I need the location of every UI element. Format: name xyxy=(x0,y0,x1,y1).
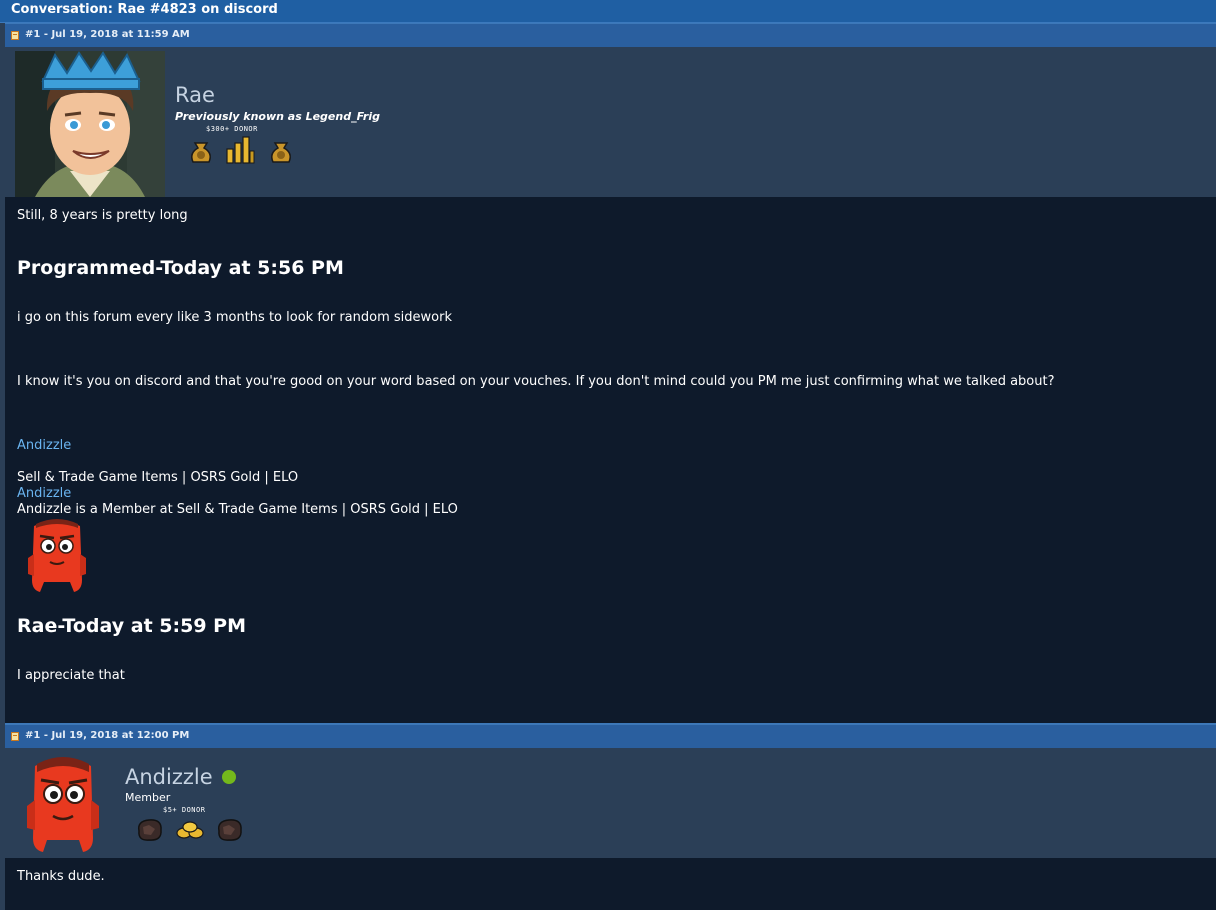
post-permalink[interactable]: #1 - Jul 19, 2018 at 12:00 PM xyxy=(25,730,189,741)
post-permalink[interactable]: #1 - Jul 19, 2018 at 11:59 AM xyxy=(25,29,190,40)
post-header: #1 - Jul 19, 2018 at 11:59 AM xyxy=(5,23,1216,47)
member-description-text: Andizzle is a Member at Sell & Trade Gam… xyxy=(17,502,458,517)
user-link[interactable]: Andizzle xyxy=(17,438,71,453)
username-link[interactable]: Andizzle xyxy=(125,765,213,789)
message-text: I know it's you on discord and that you'… xyxy=(17,374,1055,389)
avatar-illustration xyxy=(15,51,165,197)
dark-ore-icon xyxy=(217,819,242,841)
mascot-avatar-image xyxy=(28,519,86,592)
message-text: I appreciate that xyxy=(17,668,125,683)
mascot-avatar-image xyxy=(27,757,99,852)
user-panel: Andizzle Member $5+ DONOR xyxy=(5,748,1216,858)
gold-sack-icon xyxy=(271,142,291,163)
site-name-text: Sell & Trade Game Items | OSRS Gold | EL… xyxy=(17,470,299,485)
donor-label: $5+ DONOR xyxy=(163,806,206,814)
title-bar: Conversation: Rae #4823 on discord xyxy=(0,0,1216,23)
user-link[interactable]: Andizzle xyxy=(17,486,71,501)
dark-ore-icon xyxy=(137,819,162,841)
quoted-author-heading: Rae-Today at 5:59 PM xyxy=(17,615,246,637)
message-text: i go on this forum every like 3 months t… xyxy=(17,310,452,325)
message-text: Thanks dude. xyxy=(17,869,105,884)
post-icon xyxy=(11,31,19,40)
conversation-title: Conversation: Rae #4823 on discord xyxy=(11,2,278,17)
gold-coins-stack-icon xyxy=(226,136,255,164)
post-icon xyxy=(11,732,19,741)
quoted-author-heading: Programmed-Today at 5:56 PM xyxy=(17,257,344,279)
user-title: Member xyxy=(125,791,171,804)
gold-sack-icon xyxy=(191,142,211,163)
online-status-icon xyxy=(222,770,236,784)
gold-coins-icon xyxy=(176,821,204,839)
donor-label: $300+ DONOR xyxy=(206,125,258,133)
username-link[interactable]: Rae xyxy=(175,83,215,107)
post-header: #1 - Jul 19, 2018 at 12:00 PM xyxy=(5,724,1216,748)
user-panel: Rae Previously known as Legend_Frig $300… xyxy=(5,47,1216,197)
user-title: Previously known as Legend_Frig xyxy=(175,110,380,123)
message-text: Still, 8 years is pretty long xyxy=(17,208,188,223)
avatar[interactable] xyxy=(15,51,165,197)
avatar[interactable] xyxy=(23,754,103,858)
